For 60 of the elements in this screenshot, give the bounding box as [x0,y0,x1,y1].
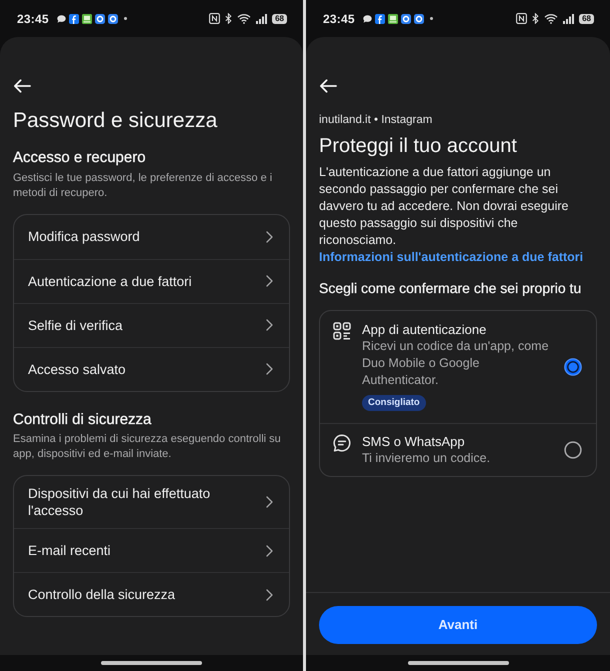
nfc-icon [516,13,528,24]
clock-time: 23:45 [323,10,355,28]
menu-item[interactable]: Controllo della sicurezza [14,572,289,616]
app-icon [68,14,79,24]
signal-icon [256,14,268,24]
next-button[interactable]: Avanti [319,606,597,644]
menu-item[interactable]: Selfie di verifica [14,302,289,347]
section-heading: Accesso e recupero [13,148,147,168]
bluetooth-icon [532,13,540,24]
chevron-right-icon [266,496,273,508]
option-description: Ricevi un codice da un'app, come Duo Mobile o Google Authenticator. [362,338,550,389]
intro-text: L'autenticazione a due fattori aggiunge un secondo passaggio per confermare che sei davvero tu ad accedere. Non dovrai eseguire questo passaggio sui dispositivi che riconosciamo. Informazioni sull'autenticazione a due fattori [319,164,584,266]
dot-icon [124,17,127,20]
bluetooth-icon [225,13,232,24]
menu-item[interactable]: Autenticazione a due fattori [14,258,289,303]
section-description: Gestisci le tue password, le preferenze di accesso e i metodi di recupero. [13,170,274,201]
clock-time: 23:45 [17,10,49,28]
info-link[interactable]: Informazioni sull'autenticazione a due fattori [319,250,584,264]
message-icon [362,14,372,22]
menu-item[interactable]: Modifica password [14,214,289,259]
section-heading: Scegli come confermare che sei proprio tu [319,279,582,297]
battery-indicator: 68 [579,14,594,24]
section-heading: Controlli di sicurezza [13,410,152,430]
radio-button[interactable] [564,358,582,376]
option-title: App di autenticazione [362,321,488,338]
page-title: Password e sicurezza [13,108,218,134]
option-title: SMS o WhatsApp [362,433,466,450]
message-icon [56,14,66,22]
option-description: Ti invieremo un codice. [362,450,492,467]
wifi-icon [544,13,558,24]
recommended-badge: Consigliato [362,395,426,411]
app-icon [82,14,92,24]
menu-item[interactable]: Accesso salvato [14,346,289,391]
section-description: Esamina i problemi di sicurezza eseguendo controlli su app, dispositivi ed e-mail inviate. [13,432,282,462]
app-icon [400,14,411,24]
menu-item[interactable]: E-mail recenti [14,528,289,572]
nfc-icon [209,13,220,24]
app-icon [414,14,424,24]
back-icon[interactable] [13,79,31,93]
source-label: inutiland.it • Instagram [319,113,434,127]
back-icon[interactable] [319,79,337,93]
chat-bubble-icon [333,434,351,452]
app-icon [374,14,385,24]
signal-icon [563,14,574,24]
chevron-right-icon [266,275,273,288]
app-icon [108,14,118,24]
chevron-right-icon [266,230,273,243]
qr-code-icon [333,322,351,340]
chevron-right-icon [266,363,273,376]
battery-indicator: 68 [272,14,287,24]
chevron-right-icon [266,319,273,332]
dot-icon [430,17,433,20]
page-title: Proteggi il tuo account [319,134,518,158]
chevron-right-icon [266,588,273,601]
app-icon [94,14,105,24]
wifi-icon [237,13,252,24]
radio-button[interactable] [564,441,582,459]
menu-item[interactable]: Dispositivi da cui hai effettuato l'accesso [14,476,289,528]
app-icon [388,14,398,24]
chevron-right-icon [266,544,273,557]
